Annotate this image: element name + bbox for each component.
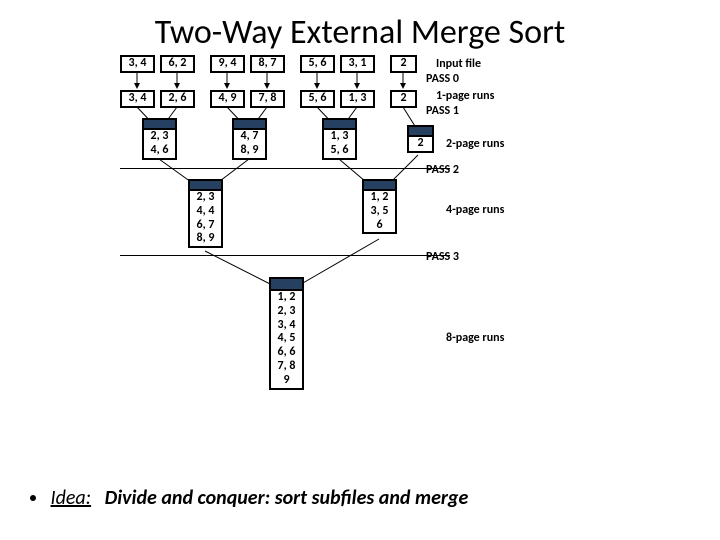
p2-box-1: 1, 23, 56 <box>362 189 397 234</box>
merge-sort-diagram: 3, 4 6, 2 9, 4 8, 7 5, 6 3, 1 2 3, 4 2, … <box>120 55 540 455</box>
input-box-3: 8, 7 <box>250 55 285 73</box>
input-box-6: 2 <box>390 55 417 73</box>
p2-box-0: 2, 34, 46, 78, 9 <box>188 189 223 248</box>
p1-box-0: 2, 34, 6 <box>142 128 177 160</box>
bullet-dot-icon <box>30 495 36 501</box>
p0-box-5: 1, 3 <box>340 90 375 108</box>
label-pass2: PASS 2 <box>426 163 459 177</box>
idea-text: Divide and conquer: sort subfiles and me… <box>105 486 469 510</box>
input-box-4: 5, 6 <box>300 55 335 73</box>
input-box-1: 6, 2 <box>160 55 195 73</box>
title: Two-Way External Merge Sort <box>0 0 720 53</box>
idea-label: Idea: <box>51 486 92 510</box>
label-8page: 8-page runs <box>446 331 504 345</box>
p0-box-1: 2, 6 <box>160 90 195 108</box>
divider-2 <box>120 255 450 256</box>
p3-box-0: 1, 22, 33, 44, 56, 67, 89 <box>269 289 304 390</box>
label-pass0: PASS 0 <box>426 72 459 86</box>
label-1page: 1-page runs <box>436 89 494 103</box>
label-input: Input file <box>436 57 481 71</box>
bullet-idea: Idea: Divide and conquer: sort subfiles … <box>30 486 468 510</box>
p1-box-1: 4, 78, 9 <box>232 128 267 160</box>
input-box-0: 3, 4 <box>120 55 155 73</box>
input-box-2: 9, 4 <box>210 55 245 73</box>
p0-box-2: 4, 9 <box>210 90 245 108</box>
divider-1 <box>120 168 450 169</box>
input-box-5: 3, 1 <box>340 55 375 73</box>
label-2page: 2-page runs <box>446 137 504 151</box>
label-pass1: PASS 1 <box>426 104 459 118</box>
p1-box-2: 1, 35, 6 <box>322 128 357 160</box>
p1-box-3: 2 <box>407 135 434 153</box>
p0-box-0: 3, 4 <box>120 90 155 108</box>
p0-box-6: 2 <box>390 90 417 108</box>
p0-box-3: 7, 8 <box>250 90 285 108</box>
p0-box-4: 5, 6 <box>300 90 335 108</box>
label-pass3: PASS 3 <box>426 250 459 264</box>
label-4page: 4-page runs <box>446 203 504 217</box>
